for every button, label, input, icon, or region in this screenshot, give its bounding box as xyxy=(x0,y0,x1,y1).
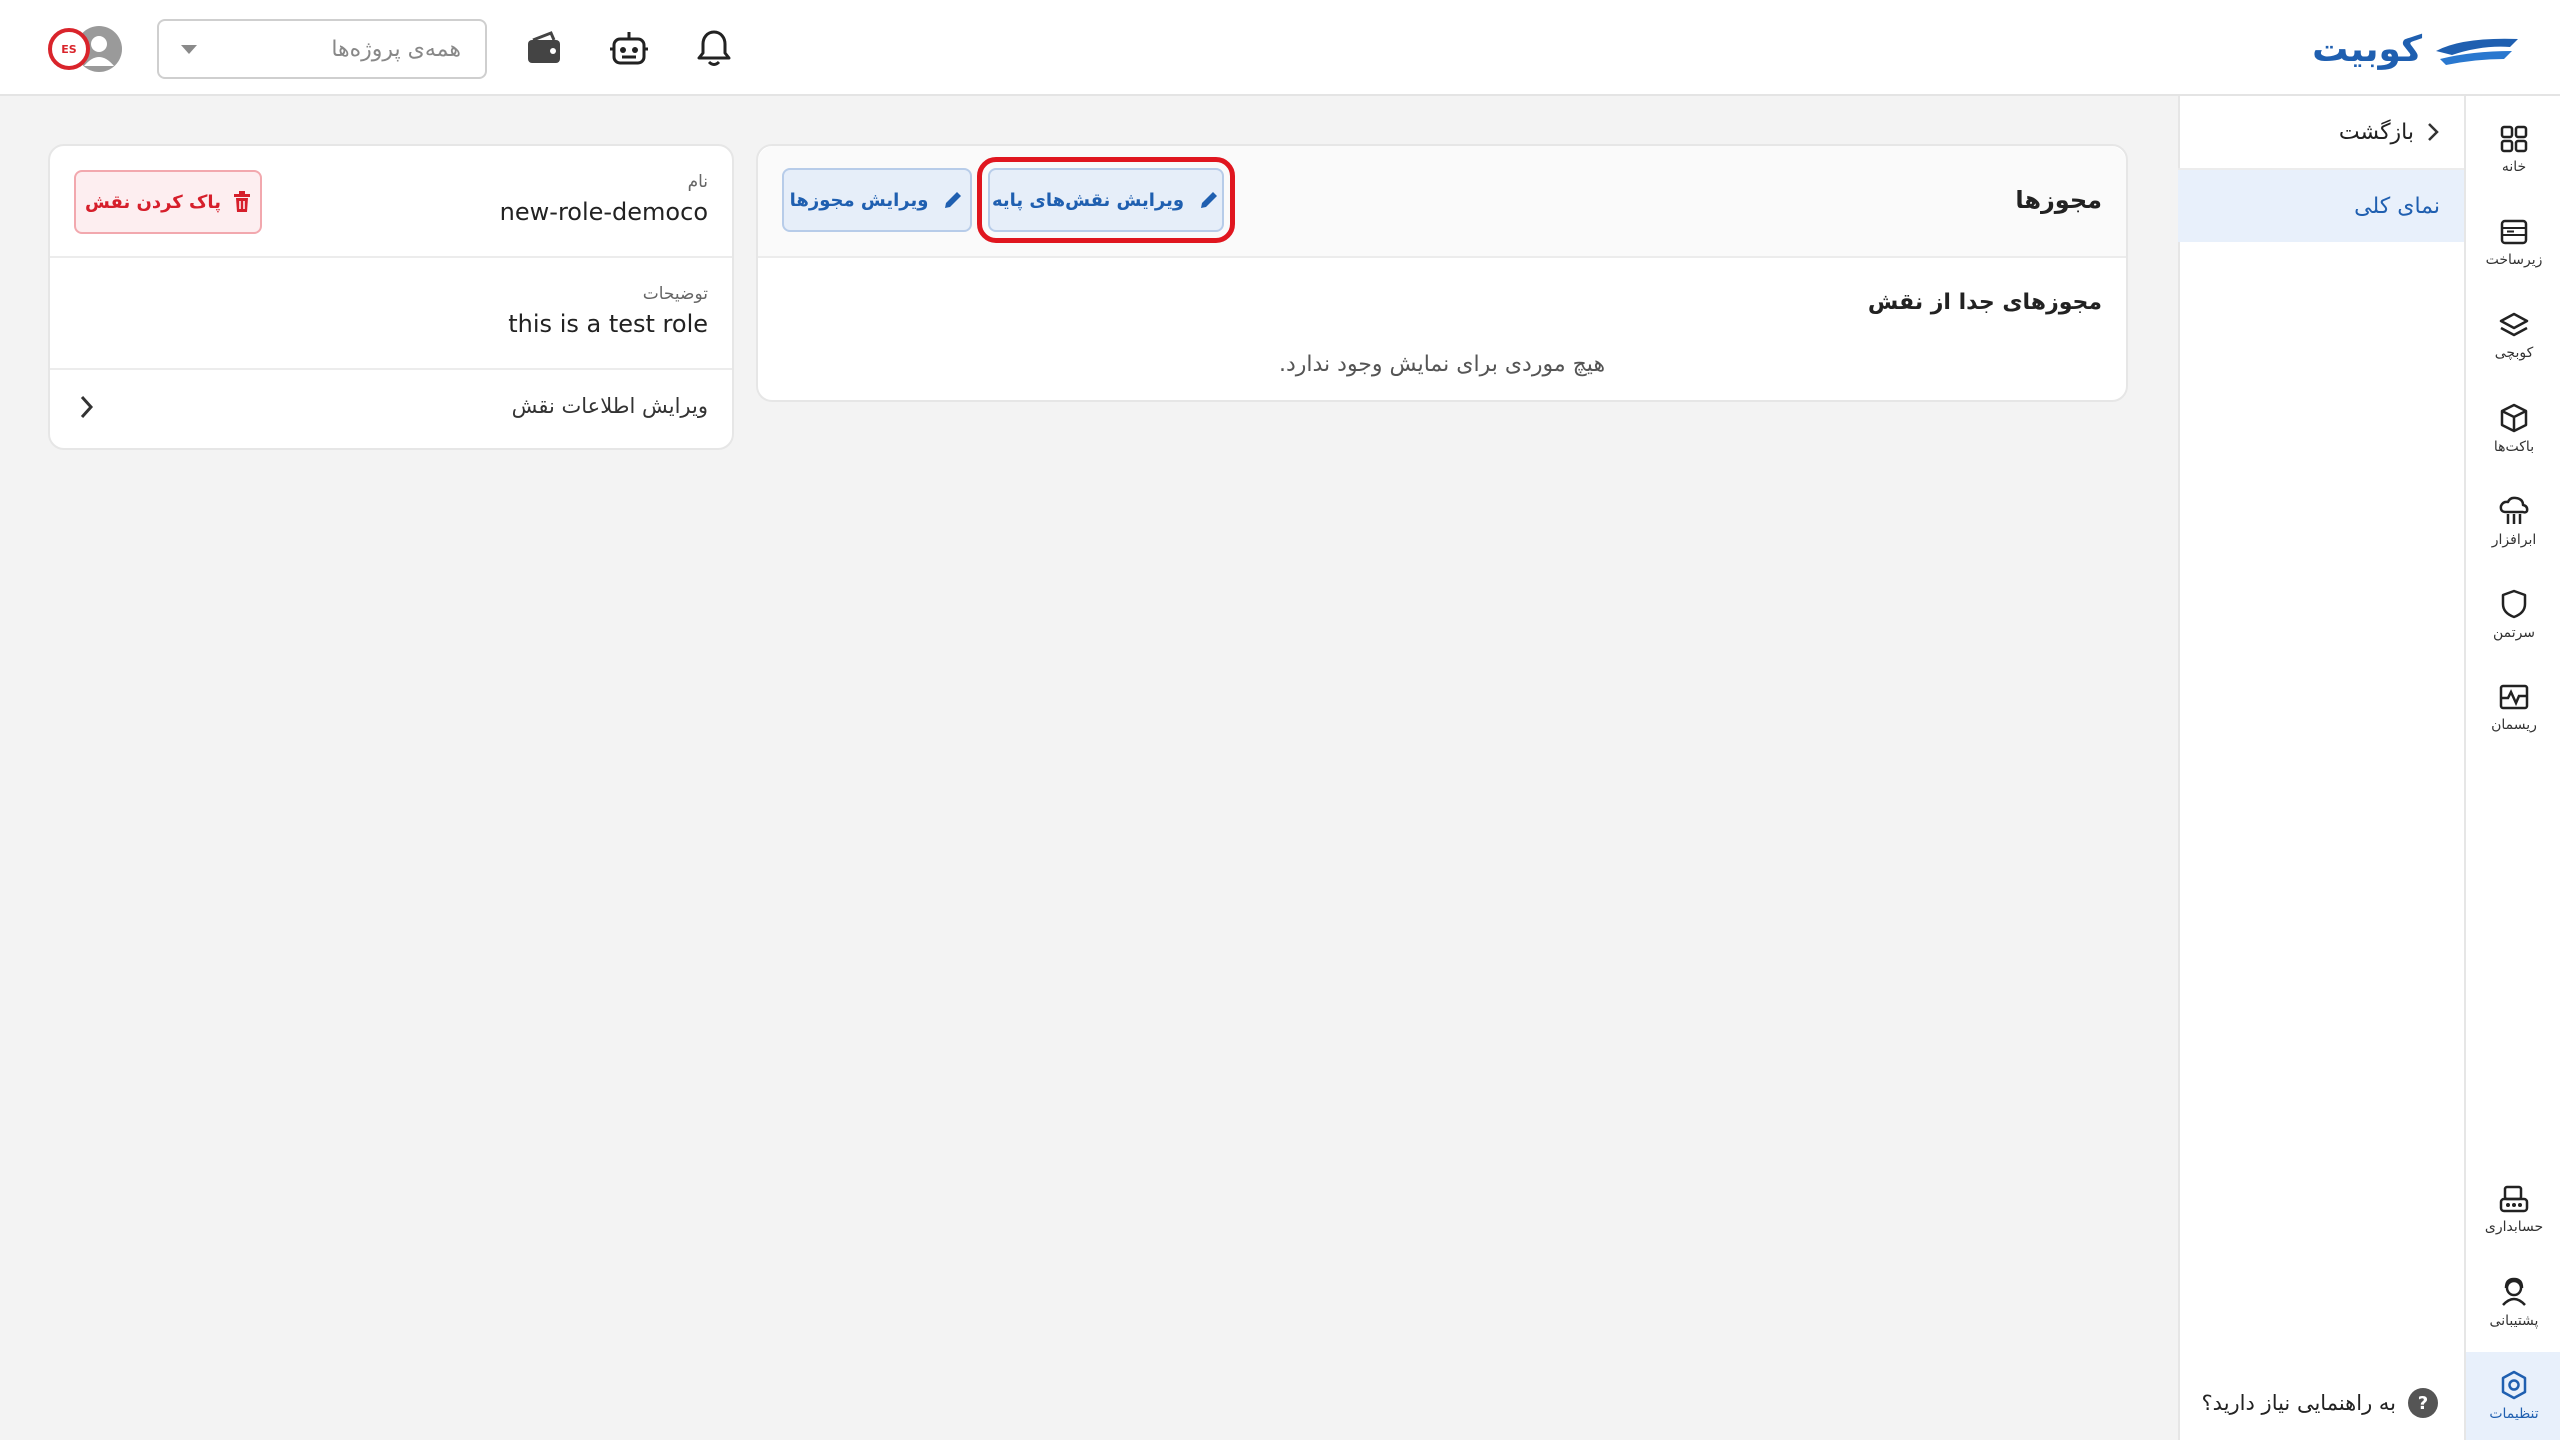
section-title: مجوزهای جدا از نقش xyxy=(1867,290,2102,315)
shield-icon xyxy=(2501,589,2527,619)
rail-item-cloud-software[interactable]: ابرافزار xyxy=(2466,478,2560,566)
rail-label: ریسمان xyxy=(2491,717,2537,733)
rail-label: پشتیبانی xyxy=(2489,1313,2539,1329)
rail-item-rismaan[interactable]: ریسمان xyxy=(2466,664,2560,752)
rail-label: تنظیمات xyxy=(2489,1406,2539,1422)
delete-role-label: پاک کردن نقش xyxy=(85,191,221,213)
name-label: نام xyxy=(687,172,708,192)
rail-item-home[interactable]: خانه xyxy=(2466,106,2560,194)
role-info-card: نام new-role-democo پاک کردن نقش توضیحات… xyxy=(48,144,734,450)
edit-role-info-label: ویرایش اطلاعات نقش xyxy=(511,394,708,418)
edit-permissions-button[interactable]: ویرایش مجوزها xyxy=(782,168,972,232)
brand-logo[interactable]: کوبیت xyxy=(2312,24,2522,74)
project-select[interactable]: همه‌ی پروژه‌ها xyxy=(157,19,487,79)
rail-item-kubchi[interactable]: کوبچی xyxy=(2466,292,2560,380)
trash-icon xyxy=(233,191,250,212)
rail-label: باکت‌ها xyxy=(2493,439,2535,455)
pencil-icon xyxy=(1201,192,1218,208)
main-nav-rail: خانه زیرساخت کوبچی باکت‌ها ابرافزار xyxy=(2464,96,2560,1440)
edit-permissions-label: ویرایش مجوزها xyxy=(789,189,929,211)
edit-base-roles-label: ویرایش نقش‌های پایه xyxy=(991,189,1185,211)
name-row: نام new-role-democo پاک کردن نقش xyxy=(50,146,732,258)
layers-icon xyxy=(2499,312,2529,337)
settings-icon xyxy=(2501,1370,2527,1400)
user-menu[interactable]: ES xyxy=(48,26,124,72)
settings-subnav: بازگشت نمای کلی ? به راهنمایی نیاز دارید… xyxy=(2178,96,2464,1440)
help-icon: ? xyxy=(2408,1388,2438,1418)
description-row: توضیحات this is a test role xyxy=(50,258,732,370)
cube-icon xyxy=(2500,403,2528,433)
rail-item-buckets[interactable]: باکت‌ها xyxy=(2466,385,2560,473)
subnav-item-label: نمای کلی xyxy=(2354,193,2440,219)
pulse-icon xyxy=(2499,684,2529,710)
rail-item-accounting[interactable]: حسابداری xyxy=(2466,1166,2560,1254)
top-bar: کوبیت همه‌ی پروژه‌ها xyxy=(0,0,2560,96)
help-text: به راهنمایی نیاز دارید؟ xyxy=(2201,1391,2396,1415)
empty-state-text: هیچ موردی برای نمایش وجود ندارد. xyxy=(1278,352,1606,377)
project-select-value: همه‌ی پروژه‌ها xyxy=(331,36,461,62)
robot-icon[interactable] xyxy=(605,24,653,72)
permissions-card-body: مجوزهای جدا از نقش هیچ موردی برای نمایش … xyxy=(758,258,2126,402)
permissions-card-header: مجوزها ویرایش نقش‌های پایه ویرایش مجوزها xyxy=(758,146,2126,258)
rail-label: سرتمن xyxy=(2492,625,2536,641)
edit-role-info-row[interactable]: ویرایش اطلاعات نقش xyxy=(50,370,732,448)
server-icon xyxy=(2500,219,2528,245)
grid-icon xyxy=(2500,125,2528,153)
ship-logo-icon xyxy=(2436,38,2518,65)
avatar-badge: ES xyxy=(48,28,90,70)
rail-item-sartaman[interactable]: سرتمن xyxy=(2466,571,2560,659)
help-link[interactable]: ? به راهنمایی نیاز دارید؟ xyxy=(2202,1388,2438,1418)
rail-label: حسابداری xyxy=(2484,1219,2544,1235)
back-button[interactable]: بازگشت xyxy=(2178,96,2464,170)
subnav-item-overview[interactable]: نمای کلی xyxy=(2178,170,2464,242)
chevron-down-icon xyxy=(181,44,197,54)
cloud-icon xyxy=(2499,496,2529,524)
pencil-icon xyxy=(945,192,962,208)
rail-label: کوبچی xyxy=(2494,345,2534,361)
delete-role-button[interactable]: پاک کردن نقش xyxy=(74,170,262,234)
chevron-right-icon[interactable] xyxy=(76,392,96,422)
support-icon xyxy=(2502,1277,2526,1306)
name-value: new-role-democo xyxy=(499,198,708,226)
accounting-icon xyxy=(2499,1185,2529,1213)
description-label: توضیحات xyxy=(642,284,708,304)
wallet-icon[interactable] xyxy=(520,24,568,72)
rail-item-infrastructure[interactable]: زیرساخت xyxy=(2466,199,2560,287)
rail-item-settings[interactable]: تنظیمات xyxy=(2466,1352,2560,1440)
permissions-card: مجوزها ویرایش نقش‌های پایه ویرایش مجوزها… xyxy=(756,144,2128,402)
bell-icon[interactable] xyxy=(690,24,738,72)
permissions-title: مجوزها xyxy=(2015,186,2102,214)
brand-name: کوبیت xyxy=(2312,28,2422,70)
chevron-right-icon xyxy=(2428,123,2439,141)
rail-label: خانه xyxy=(2501,159,2527,175)
description-value: this is a test role xyxy=(508,310,708,338)
rail-item-support[interactable]: پشتیبانی xyxy=(2466,1259,2560,1347)
back-label: بازگشت xyxy=(2338,119,2414,145)
rail-label: ابرافزار xyxy=(2491,532,2537,548)
rail-label: زیرساخت xyxy=(2485,252,2543,268)
edit-base-roles-button[interactable]: ویرایش نقش‌های پایه xyxy=(977,157,1235,243)
